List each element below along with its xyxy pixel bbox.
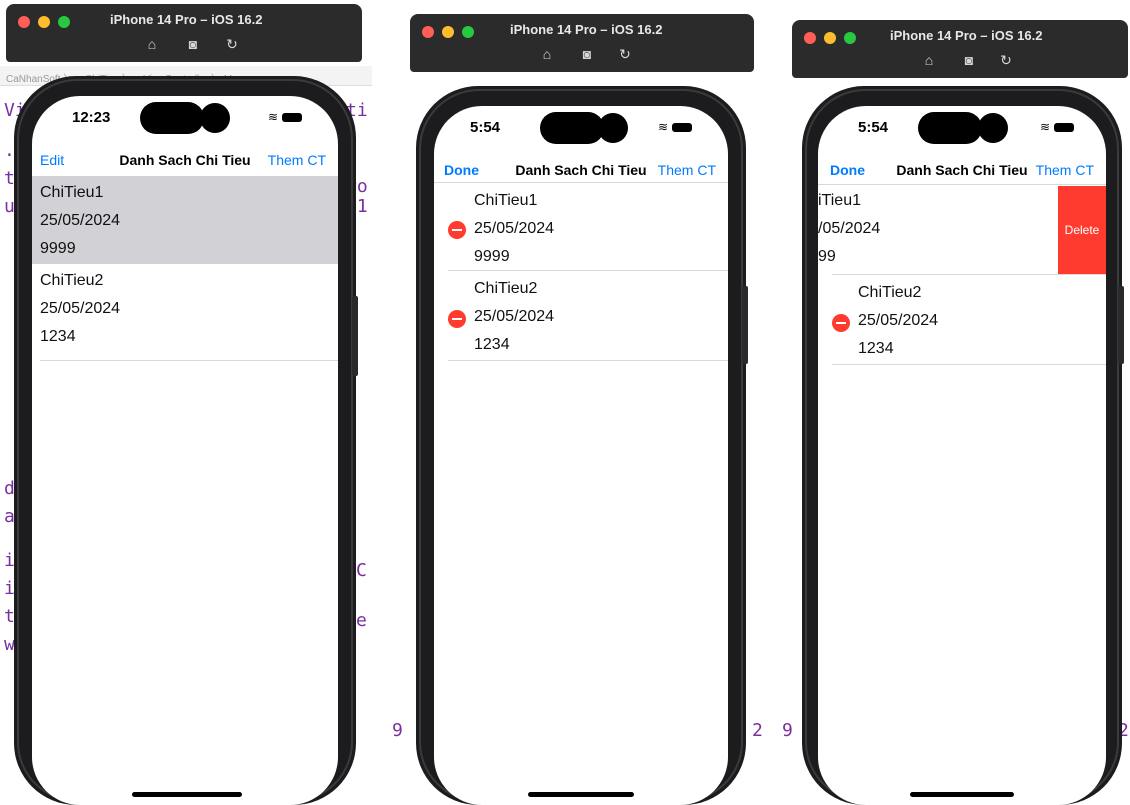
iphone-frame: 5:54 ≋ Done Danh Sach Chi Tieu Them CT i… [802, 86, 1124, 805]
delete-control-icon[interactable] [832, 314, 850, 332]
table-row[interactable]: ChiTieu2 25/05/2024 1234 [434, 276, 728, 364]
home-icon[interactable]: ⌂ [920, 52, 938, 68]
iphone-frame: 5:54 ≋ Done Danh Sach Chi Tieu Them CT C… [416, 86, 748, 805]
zoom-window-button[interactable] [462, 26, 474, 38]
row-separator [448, 270, 728, 271]
simulator-panel-1: Vi .I t u d a i i t w ti ro n1 C e CaNha… [0, 0, 372, 805]
row-amount: 9999 [40, 240, 76, 257]
minimize-window-button[interactable] [38, 16, 50, 28]
table-row[interactable]: ChiTieu2 25/05/2024 1234 [818, 278, 1106, 366]
table-row[interactable]: ChiTieu1 25/05/2024 9999 [434, 186, 728, 274]
home-indicator [910, 792, 1014, 797]
add-expense-button[interactable]: Them CT [1036, 162, 1094, 178]
wifi-icon: ≋ [268, 110, 279, 124]
row-amount: 1234 [474, 336, 510, 353]
row-amount: 9999 [474, 248, 510, 265]
delete-control-icon[interactable] [448, 310, 466, 328]
simulator-titlebar: iPhone 14 Pro – iOS 16.2 ⌂ ◙ ↻ [410, 14, 754, 72]
rotate-icon[interactable]: ↻ [616, 46, 634, 62]
delete-control-icon[interactable] [448, 221, 466, 239]
simulator-title: iPhone 14 Pro – iOS 16.2 [890, 28, 1043, 43]
row-title: ChiTieu2 [858, 284, 922, 301]
wifi-icon: ≋ [1040, 120, 1051, 134]
row-date: 25/05/2024 [474, 220, 555, 237]
row-amount: 1234 [40, 328, 76, 345]
zoom-window-button[interactable] [58, 16, 70, 28]
row-date: 25/05/2024 [858, 312, 939, 329]
iphone-screen: 12:23 ≋ Edit Danh Sach Chi Tieu Them CT … [32, 96, 338, 805]
row-separator [448, 360, 728, 361]
row-date: 25/05/2024 [40, 300, 121, 317]
home-icon[interactable]: ⌂ [143, 36, 161, 52]
status-time: 5:54 [858, 119, 889, 136]
close-window-button[interactable] [804, 32, 816, 44]
home-indicator [528, 792, 634, 797]
status-icons: ≋ [268, 110, 303, 124]
row-title: iTieu1 [818, 192, 861, 209]
navigation-bar: Edit Danh Sach Chi Tieu Them CT [32, 146, 338, 176]
simulator-panel-3: 9 2 iPhone 14 Pro – iOS 16.2 ⌂ ◙ ↻ 5:54 … [782, 0, 1130, 805]
battery-icon [1054, 123, 1075, 133]
row-title: ChiTieu2 [474, 280, 538, 297]
battery-icon [672, 123, 693, 133]
minimize-window-button[interactable] [824, 32, 836, 44]
table-row[interactable]: ChiTieu2 25/05/2024 1234 [32, 268, 338, 356]
table-row-swiped[interactable]: iTieu1 /05/2024 99 Delete [818, 186, 1106, 274]
screenshot-icon[interactable]: ◙ [960, 52, 978, 68]
row-separator [832, 364, 1106, 365]
home-icon[interactable]: ⌂ [538, 46, 556, 62]
iphone-frame: 12:23 ≋ Edit Danh Sach Chi Tieu Them CT … [14, 76, 358, 805]
delete-button[interactable]: Delete [1058, 186, 1106, 274]
close-window-button[interactable] [422, 26, 434, 38]
status-time: 5:54 [470, 119, 501, 136]
add-expense-button[interactable]: Them CT [658, 162, 716, 178]
simulator-title: iPhone 14 Pro – iOS 16.2 [510, 22, 663, 37]
row-amount: 99 [818, 248, 836, 265]
row-separator [832, 274, 1106, 275]
screenshot-icon[interactable]: ◙ [184, 36, 202, 52]
row-date: 25/05/2024 [40, 212, 121, 229]
dynamic-island [140, 102, 204, 134]
zoom-window-button[interactable] [844, 32, 856, 44]
row-amount: 1234 [858, 340, 894, 357]
navigation-bar: Done Danh Sach Chi Tieu Them CT [818, 156, 1106, 186]
iphone-screen: 5:54 ≋ Done Danh Sach Chi Tieu Them CT i… [818, 106, 1106, 805]
row-title: ChiTieu2 [40, 272, 104, 289]
battery-icon [282, 113, 303, 123]
iphone-screen: 5:54 ≋ Done Danh Sach Chi Tieu Them CT C… [434, 106, 728, 805]
row-title: ChiTieu1 [40, 184, 104, 201]
table-row[interactable]: ChiTieu1 25/05/2024 9999 [32, 176, 338, 264]
dynamic-island [540, 112, 604, 144]
screenshot-icon[interactable]: ◙ [578, 46, 596, 62]
simulator-titlebar: iPhone 14 Pro – iOS 16.2 ⌂ ◙ ↻ [6, 4, 362, 62]
rotate-icon[interactable]: ↻ [223, 36, 241, 52]
home-indicator [132, 792, 242, 797]
delete-label: Delete [1064, 223, 1100, 237]
row-separator [40, 360, 338, 361]
simulator-panel-2: 9 2 iPhone 14 Pro – iOS 16.2 ⌂ ◙ ↻ 5:54 … [392, 0, 766, 805]
minimize-window-button[interactable] [442, 26, 454, 38]
dynamic-island [918, 112, 982, 144]
status-icons: ≋ [1040, 120, 1075, 134]
close-window-button[interactable] [18, 16, 30, 28]
simulator-titlebar: iPhone 14 Pro – iOS 16.2 ⌂ ◙ ↻ [792, 20, 1128, 78]
simulator-title: iPhone 14 Pro – iOS 16.2 [110, 12, 263, 27]
wifi-icon: ≋ [658, 120, 669, 134]
rotate-icon[interactable]: ↻ [997, 52, 1015, 68]
row-date: 25/05/2024 [474, 308, 555, 325]
status-time: 12:23 [72, 109, 111, 126]
row-date: /05/2024 [818, 220, 881, 237]
row-title: ChiTieu1 [474, 192, 538, 209]
status-icons: ≋ [658, 120, 693, 134]
add-expense-button[interactable]: Them CT [268, 152, 326, 168]
